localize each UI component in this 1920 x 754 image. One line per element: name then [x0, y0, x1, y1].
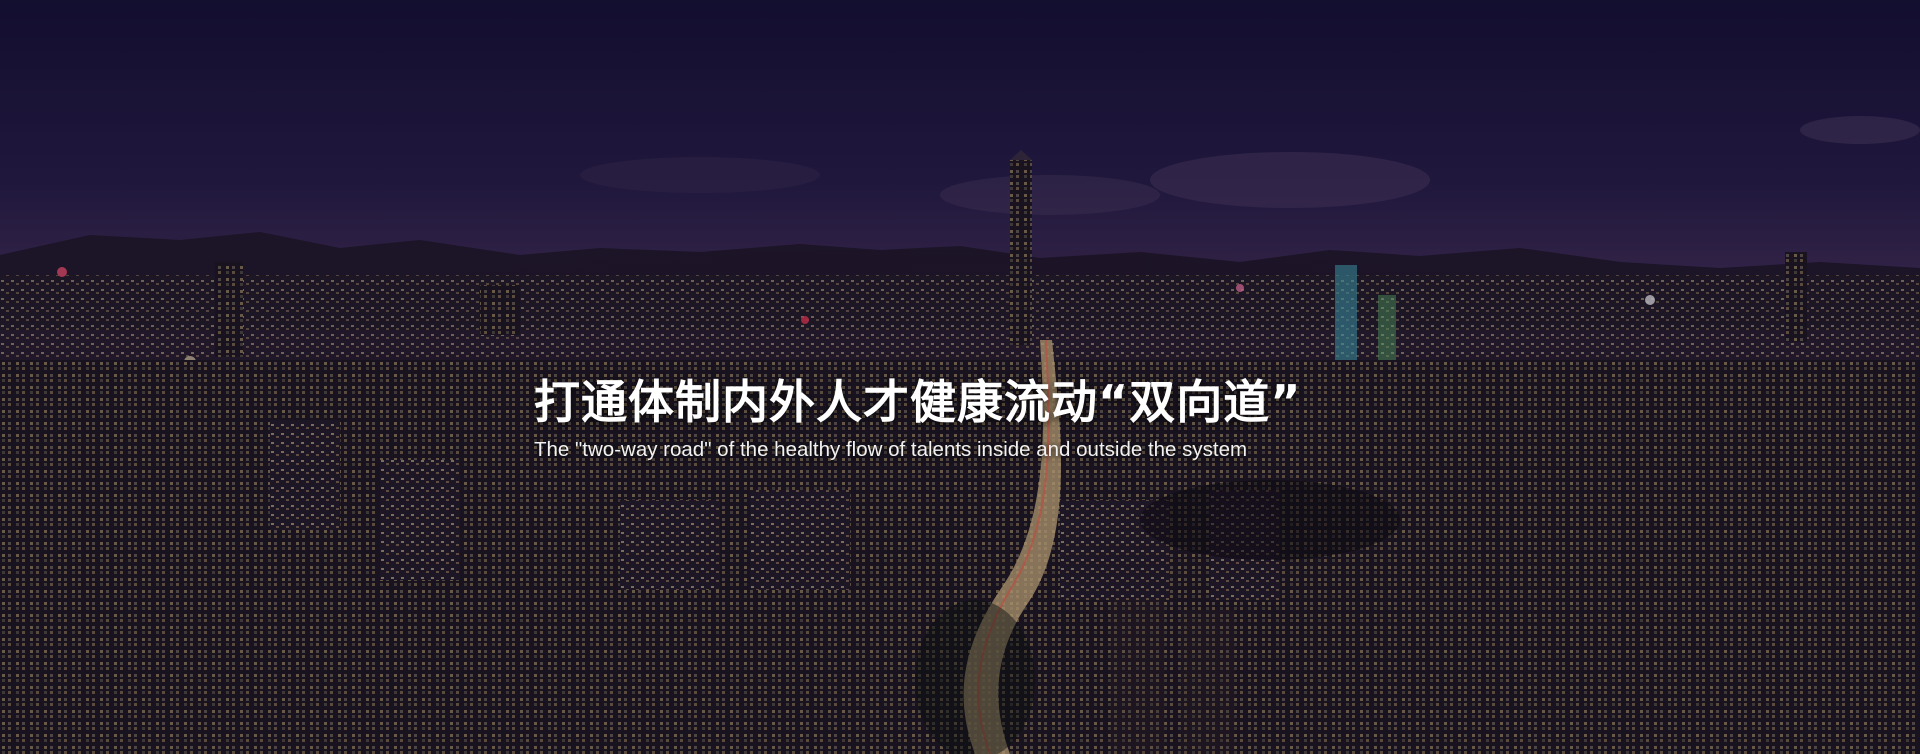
banner-title: 打通体制内外人才健康流动“双向道” — [534, 375, 1302, 429]
hero-banner: 打通体制内外人才健康流动“双向道” The "two-way road" of … — [0, 0, 1920, 754]
banner-subtitle: The "two-way road" of the healthy flow o… — [534, 438, 1248, 461]
banner-caption: 打通体制内外人才健康流动“双向道” The "two-way road" of … — [534, 370, 1394, 464]
